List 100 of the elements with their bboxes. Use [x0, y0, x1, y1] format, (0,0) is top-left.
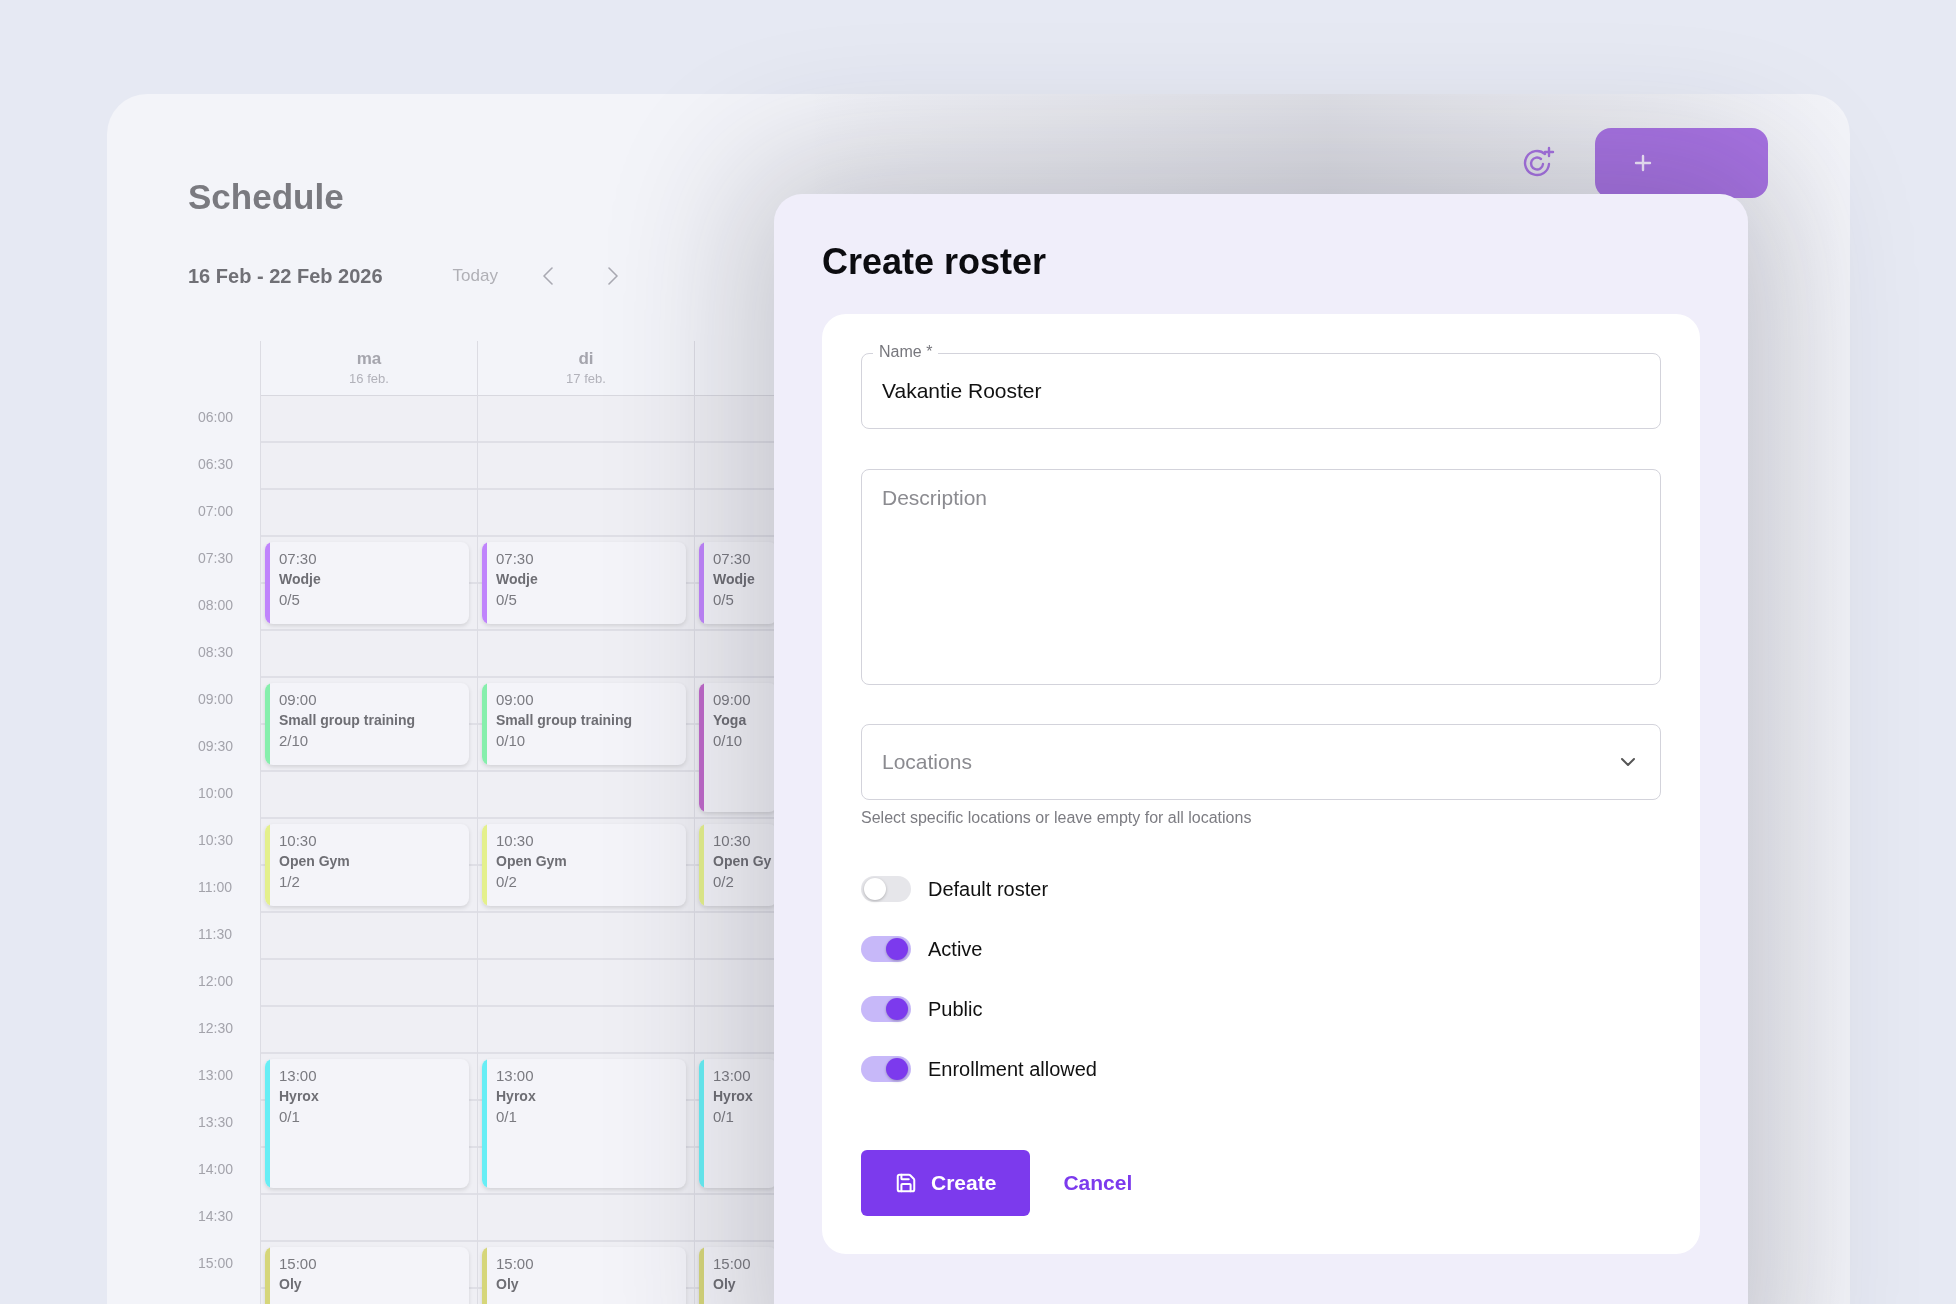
- event-card[interactable]: 09:00 Yoga 0/10: [699, 683, 777, 812]
- event-count: 0/10: [496, 732, 527, 749]
- switch-label: Active: [928, 937, 983, 961]
- event-card[interactable]: 15:00 Oly: [265, 1247, 469, 1304]
- toggle-switch[interactable]: [861, 876, 911, 902]
- event-title: Hyrox: [279, 1088, 319, 1104]
- time-label: 07:00: [197, 502, 235, 521]
- switch-label: Enrollment allowed: [928, 1057, 1097, 1081]
- time-label: 11:00: [197, 878, 233, 897]
- time-label: 06:30: [197, 455, 235, 474]
- description-field[interactable]: Description: [861, 469, 1661, 685]
- event-card[interactable]: 10:30 Open Gym 0/2: [482, 824, 686, 906]
- day-name: ma: [356, 349, 382, 369]
- event-card[interactable]: 10:30 Open Gym 1/2: [265, 824, 469, 906]
- event-card[interactable]: 15:00 Oly: [699, 1247, 777, 1304]
- event-title: Wodje: [496, 571, 538, 587]
- event-time: 10:30: [279, 832, 318, 849]
- time-label: 09:30: [197, 737, 235, 756]
- locations-select[interactable]: Locations: [861, 724, 1661, 800]
- event-time: 13:00: [496, 1067, 535, 1084]
- event-title: Oly: [496, 1276, 520, 1292]
- day-date: 16 feb.: [349, 371, 389, 386]
- event-title: Hyrox: [496, 1088, 536, 1104]
- event-card[interactable]: 13:00 Hyrox 0/1: [482, 1059, 686, 1188]
- event-title: Small group training: [496, 712, 633, 728]
- event-count: 0/1: [713, 1108, 735, 1125]
- chevron-right-icon: [607, 267, 618, 285]
- event-title: Small group training: [279, 712, 416, 728]
- event-time: 07:30: [279, 550, 318, 567]
- switch-label: Default roster: [928, 877, 1049, 901]
- time-label: 14:30: [197, 1207, 235, 1226]
- event-time: 13:00: [279, 1067, 318, 1084]
- event-count: 0/5: [496, 591, 518, 608]
- event-time: 13:00: [713, 1067, 752, 1084]
- event-time: 10:30: [496, 832, 535, 849]
- toggle-switch[interactable]: [861, 1056, 911, 1082]
- event-count: 0/10: [713, 732, 744, 749]
- event-time: 15:00: [496, 1255, 534, 1272]
- event-count: 1/2: [279, 873, 301, 890]
- event-count: 2/10: [279, 732, 310, 749]
- event-title: Oly: [713, 1276, 737, 1292]
- time-label: 13:30: [197, 1113, 235, 1132]
- day-date: 17 feb.: [566, 371, 606, 386]
- event-time: 15:00: [713, 1255, 751, 1272]
- event-card[interactable]: 13:00 Hyrox 0/1: [265, 1059, 469, 1188]
- event-title: Wodje: [279, 571, 321, 587]
- event-card[interactable]: 07:30 Wodje 0/5: [482, 542, 686, 624]
- event-title: Open Gym: [279, 853, 350, 869]
- cancel-button[interactable]: Cancel: [1063, 1171, 1133, 1195]
- dialog-title: Create roster: [822, 240, 1048, 284]
- time-label: 08:30: [197, 643, 235, 662]
- event-count: 0/1: [279, 1108, 301, 1125]
- time-label: 13:00: [197, 1066, 235, 1085]
- time-label: 10:00: [197, 784, 235, 803]
- time-label: 06:00: [197, 408, 235, 427]
- time-label: 10:30: [197, 831, 235, 850]
- page-title: Schedule: [188, 177, 344, 217]
- event-count: 0/2: [713, 873, 735, 890]
- event-card[interactable]: 07:30 Wodje 0/5: [265, 542, 469, 624]
- event-time: 09:00: [279, 691, 318, 708]
- event-title: Open Gym: [496, 853, 567, 869]
- time-label: 09:00: [197, 690, 235, 709]
- time-label: 12:30: [197, 1019, 235, 1038]
- day-name: di: [578, 349, 594, 369]
- time-label: 14:00: [197, 1160, 235, 1179]
- event-time: 07:30: [496, 550, 535, 567]
- event-title: Oly: [279, 1276, 303, 1292]
- switch-label: Public: [928, 997, 983, 1021]
- event-card[interactable]: 09:00 Small group training 2/10: [265, 683, 469, 765]
- event-count: 0/5: [279, 591, 301, 608]
- event-time: 07:30: [713, 550, 752, 567]
- event-count: 0/2: [496, 873, 518, 890]
- event-title: Hyrox: [713, 1088, 753, 1104]
- event-title: Wodje: [713, 571, 755, 587]
- create-button[interactable]: [1595, 128, 1768, 198]
- event-card[interactable]: 09:00 Small group training 0/10: [482, 683, 686, 765]
- event-card[interactable]: 15:00 Oly: [482, 1247, 686, 1304]
- event-time: 09:00: [496, 691, 535, 708]
- event-card[interactable]: 13:00 Hyrox 0/1: [699, 1059, 777, 1188]
- event-title: Open Gy: [713, 853, 772, 869]
- save-icon: [895, 1172, 917, 1194]
- event-title: Yoga: [713, 712, 748, 728]
- event-count: 0/1: [496, 1108, 518, 1125]
- time-label: 08:00: [197, 596, 235, 615]
- create-button[interactable]: Create: [861, 1150, 1031, 1216]
- toggle-switch[interactable]: [861, 936, 911, 962]
- event-card[interactable]: 10:30 Open Gy 0/2: [699, 824, 777, 906]
- date-range: 16 Feb - 22 Feb 2026: [188, 264, 383, 288]
- event-time: 15:00: [279, 1255, 317, 1272]
- toggle-switch[interactable]: [861, 996, 911, 1022]
- previous-button[interactable]: [542, 267, 553, 285]
- event-time: 09:00: [713, 691, 751, 708]
- chevron-left-icon: [542, 267, 553, 285]
- event-time: 10:30: [713, 832, 752, 849]
- time-label: 11:30: [197, 925, 233, 944]
- time-label: 12:00: [197, 972, 235, 991]
- time-label: 15:00: [197, 1254, 235, 1273]
- event-card[interactable]: 07:30 Wodje 0/5: [699, 542, 777, 624]
- next-button[interactable]: [607, 267, 618, 285]
- field-hint: Select specific locations or leave empty for all locations: [861, 809, 1253, 827]
